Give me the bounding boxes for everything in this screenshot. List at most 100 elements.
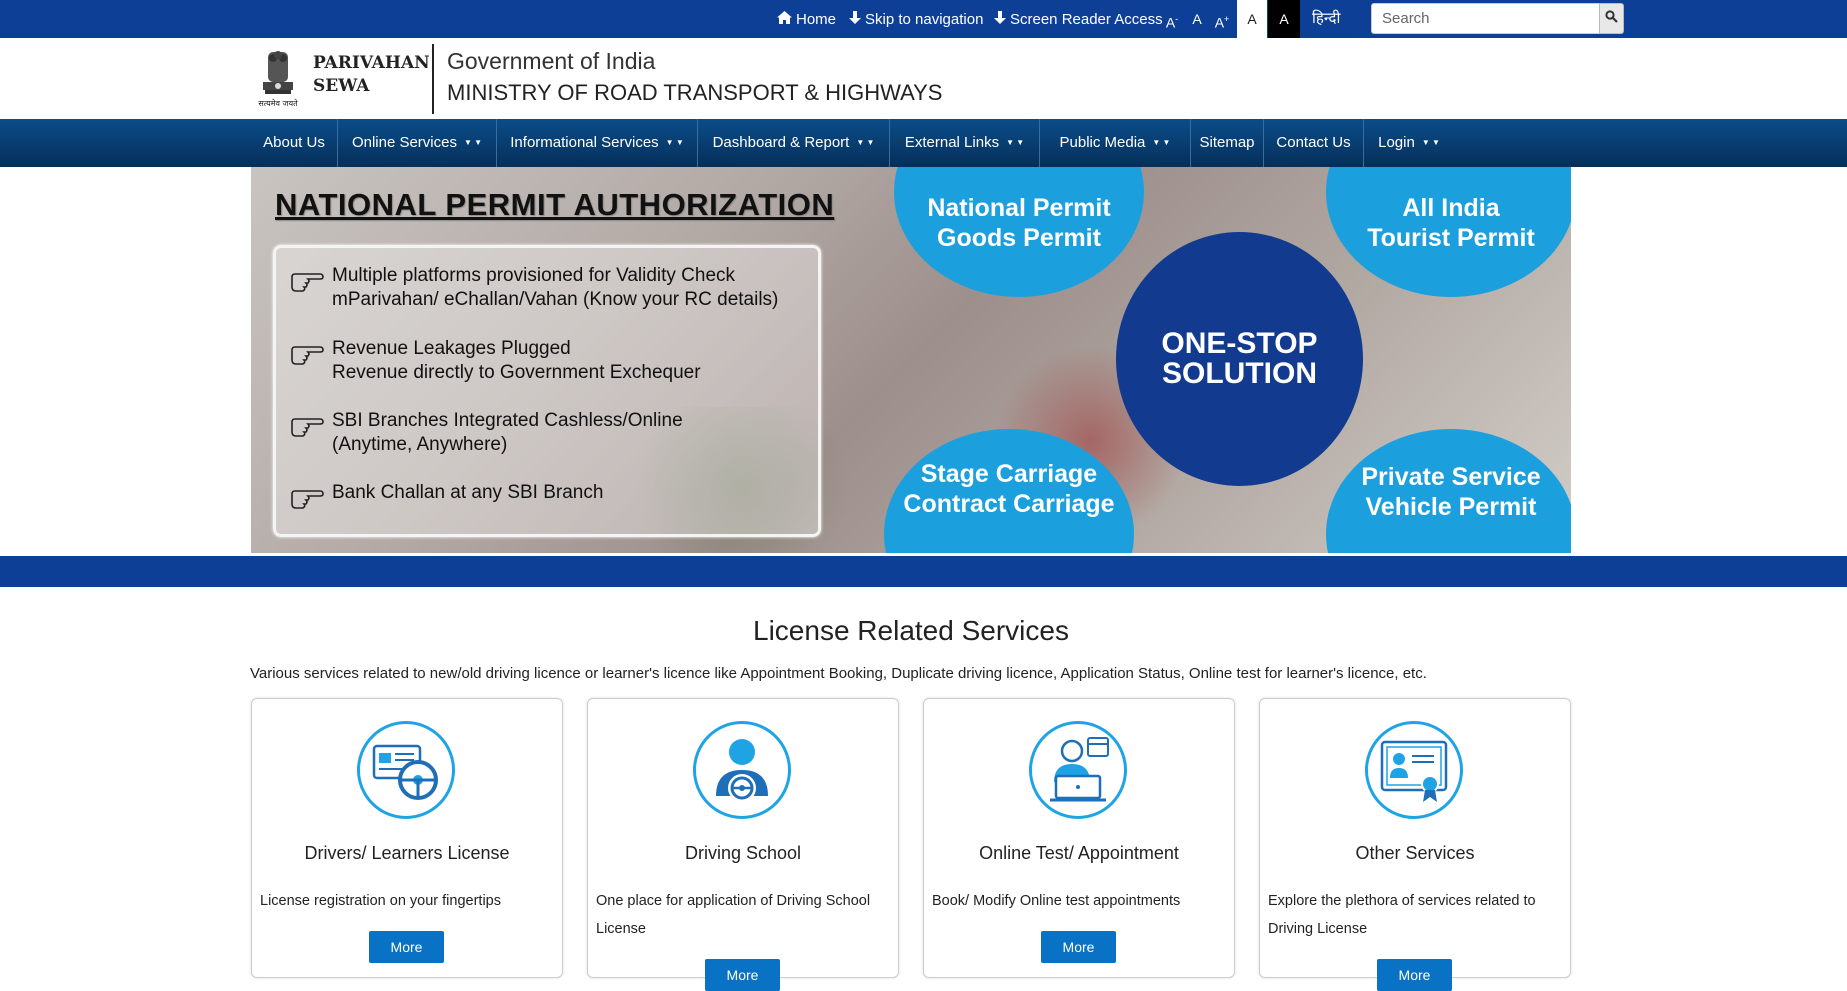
arrow-down-icon <box>994 11 1006 27</box>
font-normal-label: A <box>1192 11 1202 27</box>
site-header: सत्यमेव जयते PARIVAHAN SEWA Government o… <box>0 38 1847 119</box>
brand-line-1: PARIVAHAN <box>313 53 430 73</box>
nav-sitemap[interactable]: Sitemap <box>1191 119 1264 167</box>
main-navbar: About Us Online Services ▼ ▼ Informationa… <box>0 119 1847 167</box>
feature-line-1: Multiple platforms provisioned for Valid… <box>332 265 736 286</box>
search-icon <box>1605 9 1618 28</box>
nav-public-media[interactable]: Public Media ▼ ▼ <box>1040 119 1191 167</box>
card-title: Other Services <box>1355 843 1475 863</box>
font-increase-label: A <box>1214 14 1225 31</box>
home-label: Home <box>796 10 837 28</box>
circle-line-2: Vehicle Permit <box>1365 493 1537 521</box>
home-link[interactable]: Home <box>777 0 836 38</box>
font-normal-button[interactable]: A <box>1190 0 1204 38</box>
pointing-hand-icon <box>290 416 324 438</box>
nav-label: About Us <box>263 134 325 151</box>
feature-list: Multiple platforms provisioned for Valid… <box>273 245 821 537</box>
circle-line-1: Stage Carriage <box>920 460 1098 488</box>
license-steering-icon <box>357 721 455 819</box>
service-card-drivers-license[interactable]: Drivers/ Learners License License regist… <box>251 698 563 978</box>
nav-label: Dashboard & Report <box>712 134 850 151</box>
national-permit-circle: National Permit Goods Permit <box>894 167 1144 297</box>
theme-dark-button[interactable]: A <box>1268 0 1300 38</box>
feature-line-2: mParivahan/ eChallan/Vahan (Know your RC… <box>332 289 779 310</box>
card-title: Online Test/ Appointment <box>979 843 1179 863</box>
font-decrease-label: A <box>1165 14 1176 31</box>
search-input[interactable] <box>1371 3 1600 34</box>
caret-down-icon: ▼ ▼ <box>1006 138 1025 148</box>
nav-label: Login <box>1378 134 1415 151</box>
top-utility-bar: Home Skip to navigation Screen Reader Ac… <box>0 0 1847 38</box>
header-divider <box>432 44 434 114</box>
hindi-language-link[interactable]: हिन्दी <box>1312 0 1340 38</box>
home-icon <box>777 11 792 27</box>
service-card-driving-school[interactable]: Driving School One place for application… <box>587 698 899 991</box>
font-decrease-button[interactable]: A- <box>1164 0 1180 38</box>
circle-line-2: Goods Permit <box>937 224 1101 252</box>
national-emblem-logo[interactable]: सत्यमेव जयते <box>253 48 303 110</box>
font-increase-button[interactable]: A+ <box>1213 0 1231 38</box>
section-title: License Related Services <box>753 615 1069 646</box>
nav-external-links[interactable]: External Links ▼ ▼ <box>890 119 1040 167</box>
search-button[interactable] <box>1599 3 1624 34</box>
card-description: License registration on your fingertips <box>260 893 501 909</box>
caret-down-icon: ▼ ▼ <box>463 138 483 148</box>
service-card-online-test[interactable]: Online Test/ Appointment Book/ Modify On… <box>923 698 1235 978</box>
circle-line-2: Tourist Permit <box>1367 224 1535 252</box>
brand-line-2: SEWA <box>313 76 370 96</box>
parivahan-sewa-brand[interactable]: PARIVAHAN SEWA <box>313 52 430 98</box>
more-button[interactable]: More <box>705 959 780 991</box>
nav-informational-services[interactable]: Informational Services ▼ ▼ <box>497 119 698 167</box>
nav-about-us[interactable]: About Us <box>251 119 338 167</box>
pointing-hand-icon <box>290 488 324 510</box>
screen-reader-label: Screen Reader Access <box>1010 10 1163 28</box>
more-button[interactable]: More <box>369 931 444 963</box>
feature-line-1: Bank Challan at any SBI Branch <box>332 482 604 503</box>
more-button[interactable]: More <box>1041 931 1116 963</box>
banner-bottom-strip <box>0 556 1847 587</box>
nav-label: Informational Services <box>510 134 659 151</box>
card-description: One place for application of Driving Sch… <box>596 893 871 937</box>
circle-line-1: National Permit <box>927 194 1111 222</box>
hero-banner[interactable]: NATIONAL PERMIT AUTHORIZATION Multiple p… <box>251 167 1571 553</box>
skip-navigation-label: Skip to navigation <box>865 10 984 28</box>
caret-down-icon: ▼ ▼ <box>1152 138 1171 148</box>
driver-icon <box>693 721 791 819</box>
feature-line-1: SBI Branches Integrated Cashless/Online <box>332 410 683 431</box>
caret-down-icon: ▼ ▼ <box>856 138 875 148</box>
card-description: Book/ Modify Online test appointments <box>932 893 1181 909</box>
nav-dashboard-report[interactable]: Dashboard & Report ▼ ▼ <box>698 119 890 167</box>
nav-label: Public Media <box>1059 134 1146 151</box>
private-service-circle: Private Service Vehicle Permit <box>1326 429 1571 553</box>
arrow-down-icon <box>849 11 861 27</box>
service-card-other-services[interactable]: Other Services Explore the plethora of s… <box>1259 698 1571 991</box>
feature-line-1: Revenue Leakages Plugged <box>332 338 571 359</box>
card-title: Drivers/ Learners License <box>304 843 510 863</box>
government-of-india-label: Government of India <box>447 48 656 74</box>
nav-login[interactable]: Login ▼ ▼ <box>1364 119 1454 167</box>
online-test-icon <box>1029 721 1127 819</box>
circle-line-2: SOLUTION <box>1161 357 1317 390</box>
card-title: Driving School <box>684 843 802 863</box>
circle-line-2: Contract Carriage <box>903 490 1115 518</box>
nav-contact-us[interactable]: Contact Us <box>1264 119 1364 167</box>
nav-label: Sitemap <box>1199 134 1255 151</box>
skip-navigation-link[interactable]: Skip to navigation <box>849 0 983 38</box>
section-description: Various services related to new/old driv… <box>250 665 1427 682</box>
card-description: Explore the plethora of services related… <box>1268 893 1536 937</box>
screen-reader-link[interactable]: Screen Reader Access <box>994 0 1163 38</box>
nav-online-services[interactable]: Online Services ▼ ▼ <box>338 119 497 167</box>
one-stop-solution-circle: ONE-STOP SOLUTION <box>1116 232 1363 486</box>
theme-light-button[interactable]: A <box>1237 0 1267 38</box>
feature-line-2: Revenue directly to Government Exchequer <box>332 362 701 383</box>
emblem-caption: सत्यमेव जयते <box>258 98 298 108</box>
circle-line-1: All India <box>1402 194 1500 222</box>
nav-label: External Links <box>904 134 1000 151</box>
pointing-hand-icon <box>290 344 324 366</box>
circle-line-1: ONE-STOP <box>1161 327 1318 360</box>
more-button[interactable]: More <box>1377 959 1452 991</box>
certificate-icon <box>1365 721 1463 819</box>
nav-label: Online Services <box>351 134 457 151</box>
pointing-hand-icon <box>290 271 324 293</box>
caret-down-icon: ▼ ▼ <box>665 138 684 148</box>
